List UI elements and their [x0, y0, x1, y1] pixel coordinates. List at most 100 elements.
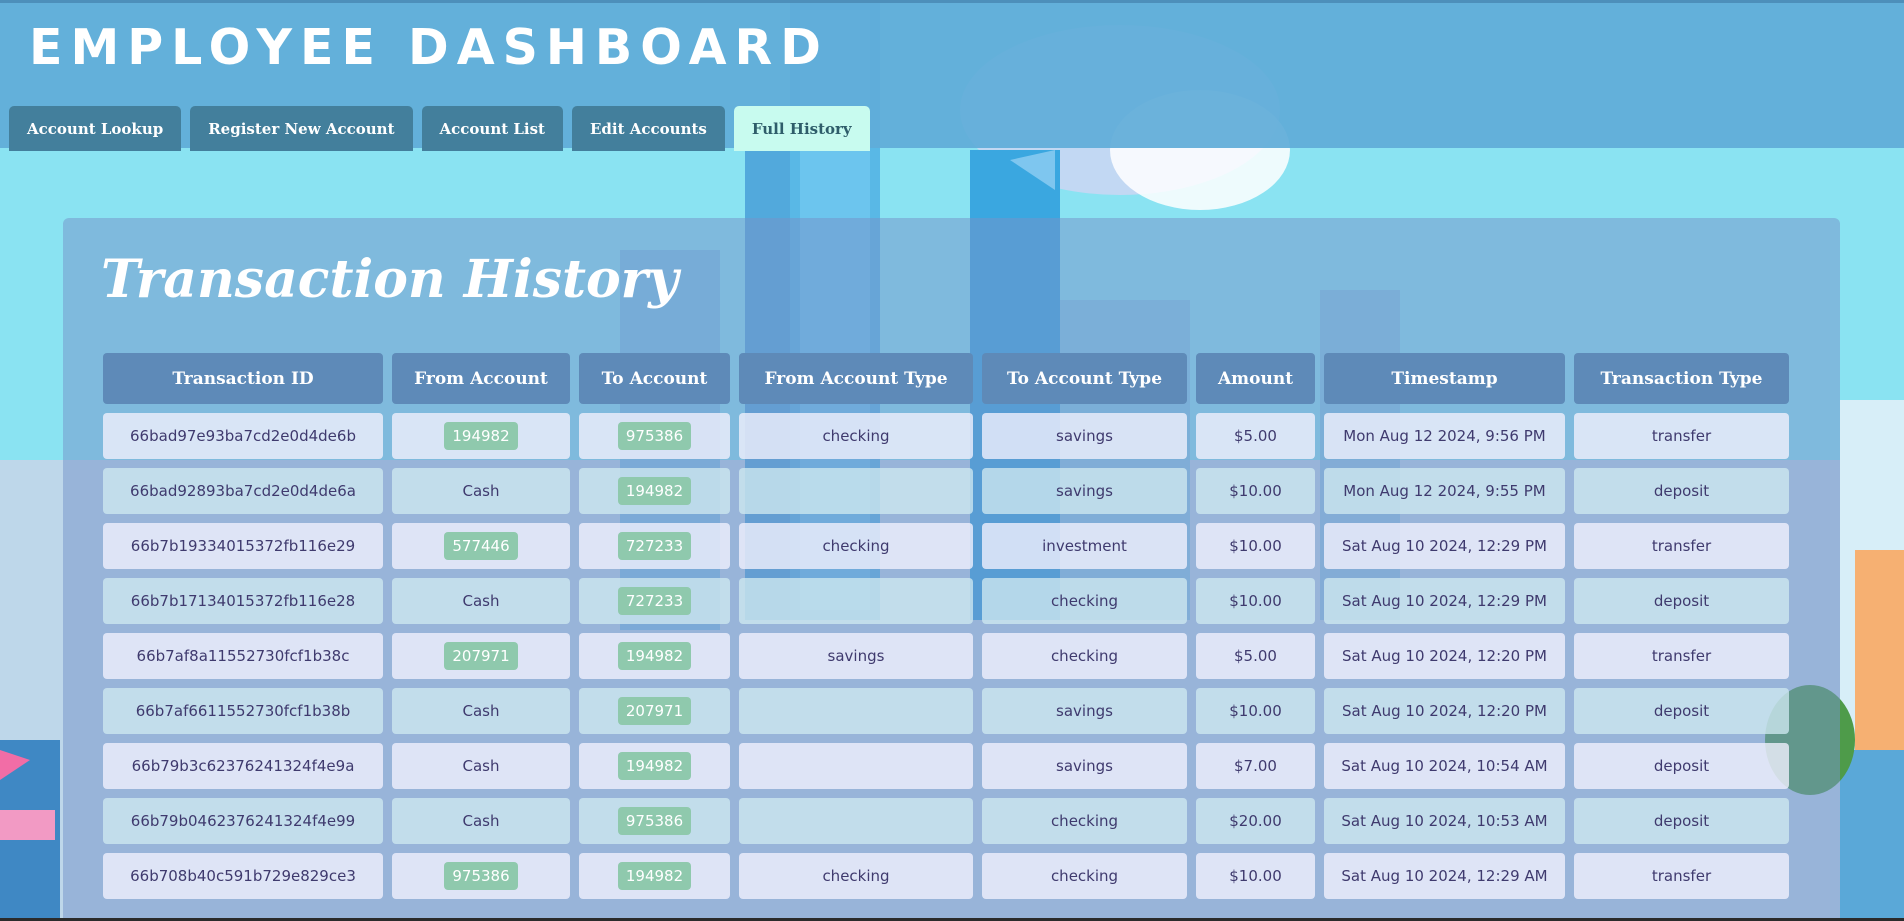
timestamp-cell: Sat Aug 10 2024, 12:29 AM: [1324, 853, 1565, 899]
transaction-id-cell: 66bad97e93ba7cd2e0d4de6b: [103, 413, 383, 459]
to-account-type-cell: investment: [982, 523, 1187, 569]
from-account-cell: Cash: [392, 743, 570, 789]
table-row: 66bad97e93ba7cd2e0d4de6b 194982 975386 c…: [103, 413, 1789, 459]
transaction-type-cell: deposit: [1574, 743, 1789, 789]
from-account-badge[interactable]: 577446: [444, 532, 518, 560]
app-title: EMPLOYEE DASHBOARD: [29, 19, 829, 76]
transaction-type-cell: transfer: [1574, 413, 1789, 459]
nav-tabs: Account Lookup Register New Account Acco…: [9, 106, 870, 151]
amount-cell: $10.00: [1196, 468, 1315, 514]
timestamp-cell: Mon Aug 12 2024, 9:56 PM: [1324, 413, 1565, 459]
to-account-badge[interactable]: 727233: [617, 587, 692, 615]
from-account-type-cell: savings: [739, 633, 973, 679]
table-header-row: Transaction ID From Account To Account F…: [103, 353, 1789, 404]
tab-register-new-account[interactable]: Register New Account: [190, 106, 413, 151]
table-row: 66b7af6611552730fcf1b38b Cash 207971 sav…: [103, 688, 1789, 734]
from-account-cell: Cash: [392, 578, 570, 624]
column-header-transaction-type: Transaction Type: [1574, 353, 1789, 404]
amount-cell: $10.00: [1196, 688, 1315, 734]
to-account-badge[interactable]: 194982: [617, 642, 692, 670]
to-account-type-cell: checking: [982, 798, 1187, 844]
from-account-type-cell: [739, 798, 973, 844]
transaction-type-cell: transfer: [1574, 633, 1789, 679]
transaction-type-cell: deposit: [1574, 688, 1789, 734]
amount-cell: $20.00: [1196, 798, 1315, 844]
table-row: 66b79b3c62376241324f4e9a Cash 194982 sav…: [103, 743, 1789, 789]
table-row: 66b79b0462376241324f4e99 Cash 975386 che…: [103, 798, 1789, 844]
transaction-history-panel: Transaction History Transaction ID From …: [63, 218, 1840, 921]
to-account-type-cell: checking: [982, 633, 1187, 679]
transaction-id-cell: 66bad92893ba7cd2e0d4de6a: [103, 468, 383, 514]
from-account-badge[interactable]: 207971: [444, 642, 518, 670]
from-account-cell: Cash: [392, 688, 570, 734]
to-account-type-cell: savings: [982, 413, 1187, 459]
to-account-cell: 194982: [579, 468, 730, 514]
amount-cell: $10.00: [1196, 578, 1315, 624]
column-header-from-account-type: From Account Type: [739, 353, 973, 404]
column-header-transaction-id: Transaction ID: [103, 353, 383, 404]
from-account-cell: 975386: [392, 853, 570, 899]
to-account-cell: 207971: [579, 688, 730, 734]
to-account-badge[interactable]: 194982: [617, 862, 692, 890]
timestamp-cell: Sat Aug 10 2024, 12:29 PM: [1324, 578, 1565, 624]
to-account-type-cell: savings: [982, 688, 1187, 734]
transaction-type-cell: transfer: [1574, 523, 1789, 569]
to-account-badge[interactable]: 194982: [617, 477, 692, 505]
timestamp-cell: Sat Aug 10 2024, 10:54 AM: [1324, 743, 1565, 789]
from-account-type-cell: [739, 468, 973, 514]
table-row: 66b7b17134015372fb116e28 Cash 727233 che…: [103, 578, 1789, 624]
transaction-type-cell: transfer: [1574, 853, 1789, 899]
from-account-type-cell: [739, 743, 973, 789]
from-account-type-cell: [739, 578, 973, 624]
column-header-amount: Amount: [1196, 353, 1315, 404]
to-account-type-cell: checking: [982, 853, 1187, 899]
column-header-from-account: From Account: [392, 353, 570, 404]
to-account-cell: 727233: [579, 578, 730, 624]
transaction-id-cell: 66b79b3c62376241324f4e9a: [103, 743, 383, 789]
from-account-badge[interactable]: 975386: [444, 862, 518, 890]
amount-cell: $10.00: [1196, 523, 1315, 569]
from-account-type-cell: [739, 688, 973, 734]
amount-cell: $5.00: [1196, 633, 1315, 679]
timestamp-cell: Sat Aug 10 2024, 12:29 PM: [1324, 523, 1565, 569]
page-title: Transaction History: [101, 249, 679, 310]
column-header-to-account: To Account: [579, 353, 730, 404]
timestamp-cell: Sat Aug 10 2024, 12:20 PM: [1324, 688, 1565, 734]
from-account-cell: Cash: [392, 798, 570, 844]
transaction-id-cell: 66b7af6611552730fcf1b38b: [103, 688, 383, 734]
amount-cell: $7.00: [1196, 743, 1315, 789]
transaction-type-cell: deposit: [1574, 798, 1789, 844]
to-account-cell: 727233: [579, 523, 730, 569]
from-account-cell: 577446: [392, 523, 570, 569]
to-account-badge[interactable]: 975386: [617, 422, 692, 450]
to-account-type-cell: savings: [982, 743, 1187, 789]
table-row: 66bad92893ba7cd2e0d4de6a Cash 194982 sav…: [103, 468, 1789, 514]
to-account-badge[interactable]: 207971: [617, 697, 692, 725]
amount-cell: $10.00: [1196, 853, 1315, 899]
to-account-cell: 194982: [579, 633, 730, 679]
tab-edit-accounts[interactable]: Edit Accounts: [572, 106, 725, 151]
from-account-badge[interactable]: 194982: [444, 422, 518, 450]
tab-account-lookup[interactable]: Account Lookup: [9, 106, 182, 151]
tab-full-history[interactable]: Full History: [733, 106, 870, 151]
from-account-type-cell: checking: [739, 413, 973, 459]
from-account-type-cell: checking: [739, 523, 973, 569]
transaction-id-cell: 66b708b40c591b729e829ce3: [103, 853, 383, 899]
from-account-cell: 194982: [392, 413, 570, 459]
to-account-cell: 975386: [579, 798, 730, 844]
transaction-table: Transaction ID From Account To Account F…: [94, 344, 1798, 908]
transaction-type-cell: deposit: [1574, 468, 1789, 514]
table-row: 66b7af8a11552730fcf1b38c 207971 194982 s…: [103, 633, 1789, 679]
from-account-cell: 207971: [392, 633, 570, 679]
column-header-to-account-type: To Account Type: [982, 353, 1187, 404]
to-account-type-cell: checking: [982, 578, 1187, 624]
transaction-type-cell: deposit: [1574, 578, 1789, 624]
transaction-id-cell: 66b7b19334015372fb116e29: [103, 523, 383, 569]
to-account-badge[interactable]: 727233: [617, 532, 692, 560]
app-header: EMPLOYEE DASHBOARD Account Lookup Regist…: [0, 0, 1904, 151]
tab-account-list[interactable]: Account List: [421, 106, 563, 151]
to-account-badge[interactable]: 975386: [617, 807, 692, 835]
from-account-cell: Cash: [392, 468, 570, 514]
to-account-badge[interactable]: 194982: [617, 752, 692, 780]
timestamp-cell: Sat Aug 10 2024, 12:20 PM: [1324, 633, 1565, 679]
